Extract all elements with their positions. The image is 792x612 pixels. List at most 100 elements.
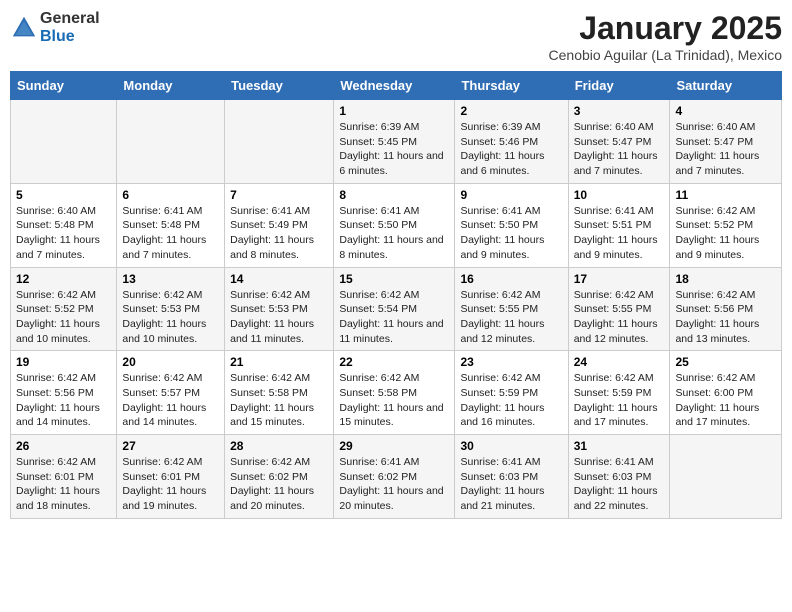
day-info: Sunrise: 6:42 AMSunset: 5:58 PMDaylight:… bbox=[230, 371, 328, 430]
sunset-text: Sunset: 5:50 PM bbox=[339, 219, 417, 231]
calendar-subtitle: Cenobio Aguilar (La Trinidad), Mexico bbox=[549, 47, 782, 63]
sunset-text: Sunset: 5:50 PM bbox=[460, 219, 538, 231]
day-info: Sunrise: 6:42 AM Sunset: 6:01 PM Daylight:… bbox=[16, 455, 111, 514]
calendar-cell: 4Sunrise: 6:40 AMSunset: 5:47 PMDaylight… bbox=[670, 100, 782, 184]
sunset-text: Sunset: 6:01 PM bbox=[16, 471, 94, 483]
daylight-text: Daylight: 11 hours and 12 minutes. bbox=[460, 318, 544, 345]
daylight-text: Daylight: 11 hours and 18 minutes. bbox=[16, 485, 100, 512]
day-info: Sunrise: 6:42 AMSunset: 5:58 PMDaylight:… bbox=[339, 371, 449, 430]
sunset-text: Sunset: 5:56 PM bbox=[675, 303, 753, 315]
day-number: 15 bbox=[339, 272, 449, 286]
day-number: 5 bbox=[16, 188, 111, 202]
daylight-text: Daylight: 11 hours and 14 minutes. bbox=[122, 402, 206, 429]
daylight-text: Daylight: 11 hours and 6 minutes. bbox=[460, 150, 544, 177]
calendar-cell bbox=[225, 100, 334, 184]
calendar-cell: 9Sunrise: 6:41 AMSunset: 5:50 PMDaylight… bbox=[455, 183, 568, 267]
sunrise-text: Sunrise: 6:42 AM bbox=[339, 372, 419, 384]
calendar-table: SundayMondayTuesdayWednesdayThursdayFrid… bbox=[10, 71, 782, 519]
calendar-cell: 24Sunrise: 6:42 AMSunset: 5:59 PMDayligh… bbox=[568, 351, 670, 435]
sunset-text: Sunset: 5:56 PM bbox=[16, 387, 94, 399]
daylight-text: Daylight: 11 hours and 17 minutes. bbox=[675, 402, 759, 429]
title-block: January 2025 Cenobio Aguilar (La Trinida… bbox=[549, 10, 782, 63]
sunset-text: Sunset: 5:57 PM bbox=[122, 387, 200, 399]
sunset-text: Sunset: 6:02 PM bbox=[339, 471, 417, 483]
calendar-cell: 26Sunrise: 6:42 AMSunset: 6:01 PMDayligh… bbox=[11, 435, 117, 519]
day-info: Sunrise: 6:42 AMSunset: 5:54 PMDaylight:… bbox=[339, 288, 449, 347]
sunset-text: Sunset: 5:46 PM bbox=[460, 136, 538, 148]
calendar-week-row: 19Sunrise: 6:42 AMSunset: 5:56 PMDayligh… bbox=[11, 351, 782, 435]
sunrise-text: Sunrise: 6:40 AM bbox=[675, 121, 755, 133]
day-number: 29 bbox=[339, 439, 449, 453]
sunset-text: Sunset: 5:58 PM bbox=[230, 387, 308, 399]
sunrise-text: Sunrise: 6:42 AM bbox=[16, 372, 96, 384]
calendar-week-row: 26Sunrise: 6:42 AMSunset: 6:01 PMDayligh… bbox=[11, 435, 782, 519]
sunset-text: Sunset: 5:59 PM bbox=[460, 387, 538, 399]
day-number: 4 bbox=[675, 104, 776, 118]
calendar-cell: 20Sunrise: 6:42 AMSunset: 5:57 PMDayligh… bbox=[117, 351, 225, 435]
sunrise-text: Sunrise: 6:42 AM bbox=[16, 456, 96, 468]
daylight-text: Daylight: 11 hours and 13 minutes. bbox=[675, 318, 759, 345]
daylight-text: Daylight: 11 hours and 9 minutes. bbox=[574, 234, 658, 261]
sunset-text: Sunset: 5:52 PM bbox=[16, 303, 94, 315]
day-info: Sunrise: 6:42 AMSunset: 6:02 PMDaylight:… bbox=[230, 455, 328, 514]
calendar-cell: 30Sunrise: 6:41 AMSunset: 6:03 PMDayligh… bbox=[455, 435, 568, 519]
day-number: 16 bbox=[460, 272, 562, 286]
calendar-cell: 23Sunrise: 6:42 AMSunset: 5:59 PMDayligh… bbox=[455, 351, 568, 435]
day-number: 1 bbox=[339, 104, 449, 118]
sunset-text: Sunset: 5:53 PM bbox=[230, 303, 308, 315]
sunrise-text: Sunrise: 6:42 AM bbox=[230, 289, 310, 301]
calendar-cell: 1Sunrise: 6:39 AMSunset: 5:45 PMDaylight… bbox=[334, 100, 455, 184]
sunrise-text: Sunrise: 6:39 AM bbox=[339, 121, 419, 133]
sunset-text: Sunset: 5:59 PM bbox=[574, 387, 652, 399]
calendar-title: January 2025 bbox=[549, 10, 782, 47]
sunset-text: Sunset: 6:02 PM bbox=[230, 471, 308, 483]
calendar-cell: 29 Sunrise: 6:41 AMSunset: 6:02 PMDayligh… bbox=[334, 435, 455, 519]
sunrise-text: Sunrise: 6:42 AM bbox=[339, 289, 419, 301]
day-info: Sunrise: 6:41 AMSunset: 6:03 PMDaylight:… bbox=[574, 455, 665, 514]
sunrise-text: Sunrise: 6:39 AM bbox=[460, 121, 540, 133]
calendar-cell: 7Sunrise: 6:41 AMSunset: 5:49 PMDaylight… bbox=[225, 183, 334, 267]
day-number: 31 bbox=[574, 439, 665, 453]
day-info: Sunrise: 6:42 AMSunset: 6:00 PMDaylight:… bbox=[675, 371, 776, 430]
calendar-cell bbox=[11, 100, 117, 184]
sunset-text: Sunset: 6:00 PM bbox=[675, 387, 753, 399]
day-info: Sunrise: 6:41 AMSunset: 6:02 PMDaylight:… bbox=[339, 455, 449, 514]
calendar-cell: 13Sunrise: 6:42 AMSunset: 5:53 PMDayligh… bbox=[117, 267, 225, 351]
sunrise-text: Sunrise: 6:41 AM bbox=[230, 205, 310, 217]
sunset-text: Sunset: 5:55 PM bbox=[460, 303, 538, 315]
day-info: Sunrise: 6:41 AMSunset: 5:50 PMDaylight:… bbox=[460, 204, 562, 263]
calendar-cell: 5 Sunrise: 6:40 AMSunset: 5:48 PMDaylight… bbox=[11, 183, 117, 267]
calendar-cell: 16Sunrise: 6:42 AMSunset: 5:55 PMDayligh… bbox=[455, 267, 568, 351]
sunset-text: Sunset: 5:45 PM bbox=[339, 136, 417, 148]
day-info: Sunrise: 6:41 AM Sunset: 5:50 PM Daylight:… bbox=[339, 204, 449, 263]
day-info: Sunrise: 6:41 AMSunset: 5:51 PMDaylight:… bbox=[574, 204, 665, 263]
sunrise-text: Sunrise: 6:41 AM bbox=[339, 205, 419, 217]
daylight-text: Daylight: 11 hours and 12 minutes. bbox=[574, 318, 658, 345]
day-info: Sunrise: 6:42 AMSunset: 5:53 PMDaylight:… bbox=[122, 288, 219, 347]
logo-icon bbox=[10, 14, 38, 42]
daylight-text: Daylight: 11 hours and 14 minutes. bbox=[16, 402, 100, 429]
sunset-text: Sunset: 6:03 PM bbox=[574, 471, 652, 483]
calendar-week-row: 5Sunrise: 6:40 AMSunset: 5:48 PMDaylight… bbox=[11, 183, 782, 267]
sunrise-text: Sunrise: 6:40 AM bbox=[16, 205, 96, 217]
sunset-text: Sunset: 5:52 PM bbox=[675, 219, 753, 231]
calendar-cell: 14Sunrise: 6:42 AMSunset: 5:53 PMDayligh… bbox=[225, 267, 334, 351]
calendar-cell: 6Sunrise: 6:41 AMSunset: 5:48 PMDaylight… bbox=[117, 183, 225, 267]
day-info: Sunrise: 6:42 AMSunset: 5:52 PMDaylight:… bbox=[16, 288, 111, 347]
day-number: 24 bbox=[574, 355, 665, 369]
day-number: 3 bbox=[574, 104, 665, 118]
logo-general-text: General bbox=[40, 10, 100, 28]
day-number: 28 bbox=[230, 439, 328, 453]
day-number: 22 bbox=[339, 355, 449, 369]
sunrise-text: Sunrise: 6:41 AM bbox=[460, 456, 540, 468]
daylight-text: Daylight: 11 hours and 15 minutes. bbox=[339, 402, 443, 429]
weekday-header-friday: Friday bbox=[568, 72, 670, 100]
daylight-text: Daylight: 11 hours and 8 minutes. bbox=[339, 234, 443, 261]
day-number: 23 bbox=[460, 355, 562, 369]
day-number: 8 bbox=[339, 188, 449, 202]
sunset-text: Sunset: 5:51 PM bbox=[574, 219, 652, 231]
calendar-cell bbox=[117, 100, 225, 184]
sunset-text: Sunset: 5:48 PM bbox=[122, 219, 200, 231]
calendar-week-row: 1 Sunrise: 6:39 AM Sunset: 5:45 PM Daylight… bbox=[11, 100, 782, 184]
day-info: Sunrise: 6:40 AMSunset: 5:48 PMDaylight:… bbox=[16, 204, 111, 263]
